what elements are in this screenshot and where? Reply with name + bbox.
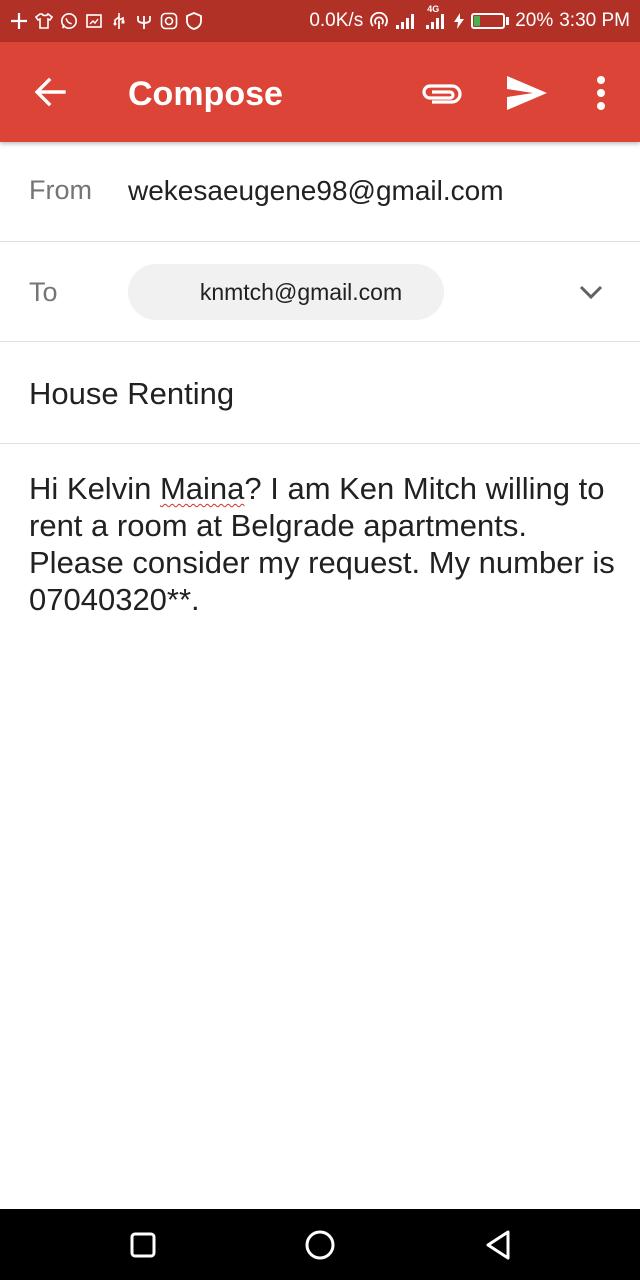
battery-icon — [471, 13, 510, 29]
signal-icon — [395, 12, 419, 30]
expand-recipients-button[interactable] — [576, 280, 606, 304]
chevron-down-icon — [579, 285, 603, 300]
message-body[interactable]: Hi Kelvin Maina? I am Ken Mitch willing … — [29, 470, 619, 618]
send-icon — [507, 76, 547, 110]
misspelled-word: Maina — [159, 471, 245, 506]
back-button[interactable] — [30, 72, 70, 112]
more-vert-icon — [597, 76, 605, 110]
charging-icon — [453, 12, 465, 30]
to-row[interactable]: To knmtch@gmail.com — [0, 242, 640, 342]
recipient-chip[interactable]: knmtch@gmail.com — [128, 264, 444, 320]
body-text-start: Hi Kelvin — [29, 471, 160, 506]
from-label: From — [29, 175, 92, 205]
to-label: To — [29, 277, 58, 307]
app-bar: Compose — [0, 42, 640, 142]
paperclip-icon — [422, 84, 462, 104]
triangle-back-icon — [486, 1230, 510, 1260]
arrow-back-icon — [34, 77, 66, 107]
from-account[interactable]: wekesaeugene98@gmail.com — [128, 175, 504, 207]
subject-field[interactable]: House Renting — [29, 376, 234, 412]
send-button[interactable] — [503, 72, 549, 114]
circle-icon — [305, 1230, 335, 1260]
network-type: 4G — [427, 4, 440, 14]
shield-icon — [185, 12, 203, 30]
cast-icon — [85, 12, 103, 30]
battery-level: 20% — [515, 10, 554, 31]
nav-back-button[interactable] — [481, 1227, 517, 1263]
signal-4g-icon: 4G — [425, 4, 447, 30]
recent-apps-button[interactable] — [125, 1227, 161, 1263]
subject-row[interactable]: House Renting — [0, 342, 640, 444]
trident-icon — [135, 12, 153, 30]
home-button[interactable] — [302, 1227, 338, 1263]
status-bar: 0.0K/s 4G 20% 3:30 PM — [0, 0, 640, 42]
page-title: Compose — [128, 75, 283, 113]
shirt-icon — [35, 12, 53, 30]
usb-icon — [110, 12, 128, 30]
status-indicators: 0.0K/s 4G 20% 3:30 PM — [309, 4, 630, 32]
plus-icon — [10, 12, 28, 30]
from-row[interactable]: From wekesaeugene98@gmail.com — [0, 142, 640, 242]
hotspot-icon — [369, 12, 389, 30]
system-nav-bar — [0, 1209, 640, 1280]
more-options-button[interactable] — [588, 70, 614, 116]
notification-icons — [10, 12, 203, 30]
square-icon — [130, 1232, 156, 1258]
attach-button[interactable] — [418, 74, 464, 114]
recipient-email: knmtch@gmail.com — [199, 278, 403, 305]
instagram-icon — [160, 12, 178, 30]
network-speed: 0.0K/s — [309, 10, 364, 31]
clock: 3:30 PM — [559, 10, 630, 31]
whatsapp-icon — [60, 12, 78, 30]
